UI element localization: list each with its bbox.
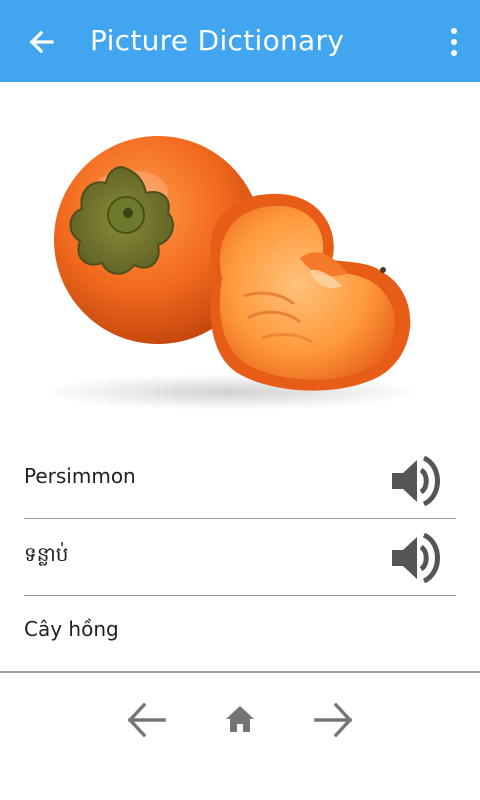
arrow-back-icon [29,30,54,54]
arrow-back-icon [127,702,166,738]
volume-up-icon [392,455,440,507]
volume-up-icon [392,532,440,584]
home-button[interactable] [220,700,264,740]
list-item-english: Persimmon [24,442,456,519]
arrow-forward-icon [314,702,353,738]
english-word: Persimmon [24,464,136,488]
previous-word-button[interactable] [124,700,168,740]
app-bar: Picture Dictionary [0,0,480,82]
khmer-word: ទន្លាប់ [24,542,69,566]
list-item-khmer: ទន្លាប់ [24,519,456,596]
back-button[interactable] [22,22,62,62]
divider [0,671,480,673]
play-khmer-audio-button[interactable] [390,531,448,585]
next-word-button[interactable] [312,700,356,740]
page-title: Picture Dictionary [90,24,345,57]
persimmon-photo [0,82,480,432]
overflow-menu-button[interactable] [442,24,466,60]
play-english-audio-button[interactable] [390,454,448,508]
home-icon [226,706,254,732]
more-vert-icon [451,28,457,34]
list-item-vietnamese: Cây hồng [24,595,456,671]
vietnamese-word: Cây hồng [24,617,119,641]
